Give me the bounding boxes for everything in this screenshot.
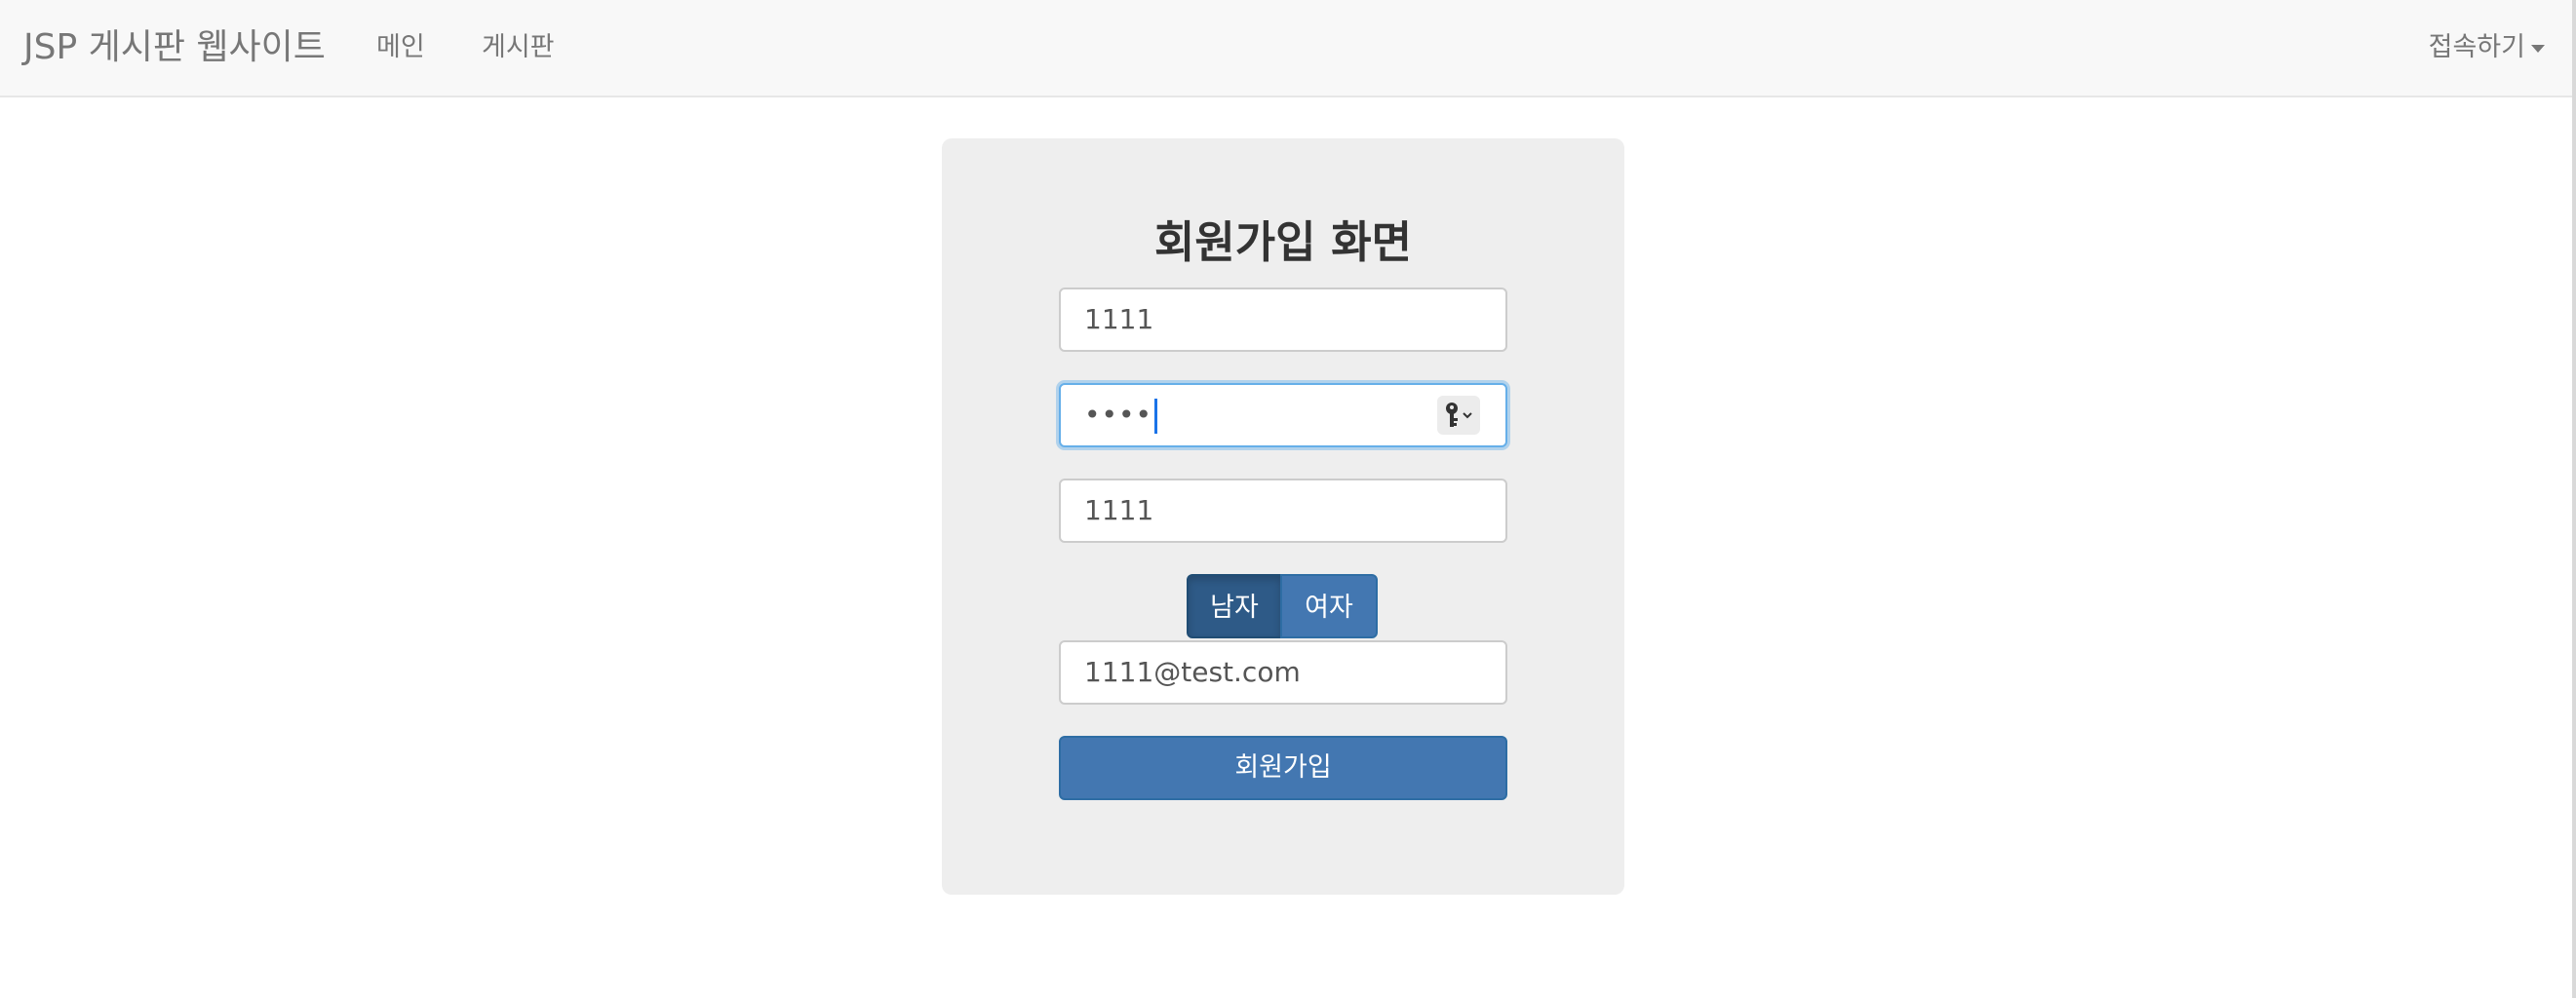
gender-toggle-group: 남자 여자 <box>1187 574 1378 638</box>
password-input[interactable]: •••• <box>1059 383 1507 447</box>
connect-dropdown-label: 접속하기 <box>2428 32 2525 62</box>
connect-dropdown-toggle[interactable]: 접속하기 <box>2429 0 2545 96</box>
signup-submit-button[interactable]: 회원가입 <box>1059 736 1507 800</box>
top-navbar: JSP 게시판 웹사이트 메인 게시판 접속하기 <box>0 0 2576 97</box>
nav-link-main[interactable]: 메인 <box>376 0 425 96</box>
scrollbar[interactable] <box>2572 0 2576 998</box>
brand-link[interactable]: JSP 게시판 웹사이트 <box>23 0 326 96</box>
gender-male-button[interactable]: 남자 <box>1187 574 1282 638</box>
password-masked-value: •••• <box>1084 399 1153 431</box>
user-id-input[interactable]: 1111 <box>1059 288 1507 352</box>
text-cursor <box>1154 399 1158 434</box>
user-name-input[interactable]: 1111 <box>1059 479 1507 543</box>
gender-female-button[interactable]: 여자 <box>1280 574 1378 638</box>
form-title: 회원가입 화면 <box>1153 216 1413 268</box>
signup-panel: 회원가입 화면 1111 •••• 1111 남자 여자 1111@test.c… <box>942 138 1624 895</box>
key-icon[interactable] <box>1437 396 1480 435</box>
caret-down-icon <box>2531 44 2545 53</box>
email-input[interactable]: 1111@test.com <box>1059 640 1507 705</box>
nav-link-board[interactable]: 게시판 <box>482 0 555 96</box>
